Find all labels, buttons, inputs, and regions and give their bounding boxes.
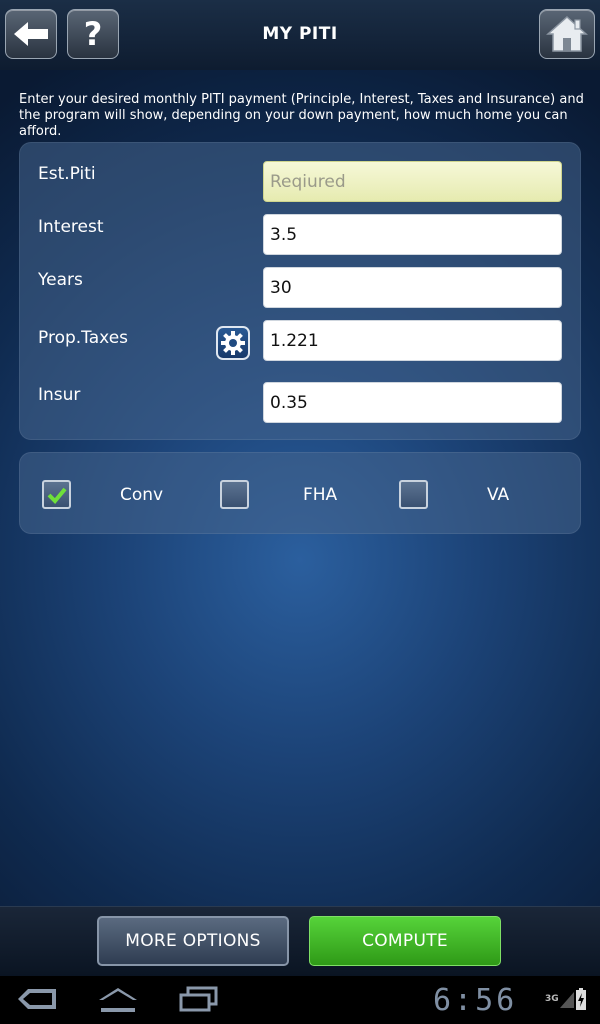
fha-label: FHA — [303, 485, 338, 505]
app-screen: ? MY PITI Enter your desired monthly PIT… — [0, 0, 600, 977]
compute-button[interactable]: COMPUTE — [309, 916, 501, 966]
loan-type-panel: Conv FHA VA — [19, 452, 581, 534]
page-title: MY PITI — [262, 24, 338, 44]
more-options-button[interactable]: MORE OPTIONS — [97, 916, 289, 966]
home-icon — [546, 15, 588, 52]
battery-icon — [576, 988, 586, 1010]
insur-label: Insur — [38, 385, 81, 405]
nav-home-button[interactable] — [97, 986, 139, 1014]
prop-taxes-field[interactable] — [263, 320, 562, 361]
system-nav-bar: 6:56 3G — [0, 976, 600, 1024]
est-piti-field[interactable] — [263, 161, 562, 202]
est-piti-label: Est.Piti — [38, 164, 96, 184]
network-type-label: 3G — [545, 994, 559, 1004]
prop-taxes-settings-button[interactable] — [216, 326, 250, 360]
signal-icon — [560, 992, 574, 1008]
interest-label: Interest — [38, 217, 104, 237]
home-button[interactable] — [539, 9, 595, 59]
gear-icon — [221, 331, 245, 355]
nav-home-icon — [99, 988, 137, 1012]
conv-checkbox[interactable] — [42, 480, 71, 509]
status-clock: 6:56 — [433, 983, 518, 1018]
header-bar: ? MY PITI — [0, 0, 600, 70]
conv-label: Conv — [120, 485, 164, 505]
recent-apps-icon — [179, 986, 218, 1012]
checkmark-icon — [47, 487, 67, 504]
nav-recent-apps-button[interactable] — [178, 986, 218, 1012]
years-field[interactable] — [263, 267, 562, 308]
insur-field[interactable] — [263, 382, 562, 423]
prop-taxes-label: Prop.Taxes — [38, 328, 129, 348]
years-label: Years — [38, 270, 83, 290]
intro-text: Enter your desired monthly PITI payment … — [19, 92, 584, 139]
piti-form-panel: Est.Piti Interest Years Prop.Taxes — [19, 142, 581, 440]
fha-checkbox[interactable] — [220, 480, 249, 509]
interest-field[interactable] — [263, 214, 562, 255]
nav-back-button[interactable] — [16, 986, 58, 1012]
va-checkbox[interactable] — [399, 480, 428, 509]
bottom-action-bar: MORE OPTIONS COMPUTE — [0, 906, 600, 977]
nav-back-icon — [18, 989, 56, 1009]
va-label: VA — [487, 485, 510, 505]
